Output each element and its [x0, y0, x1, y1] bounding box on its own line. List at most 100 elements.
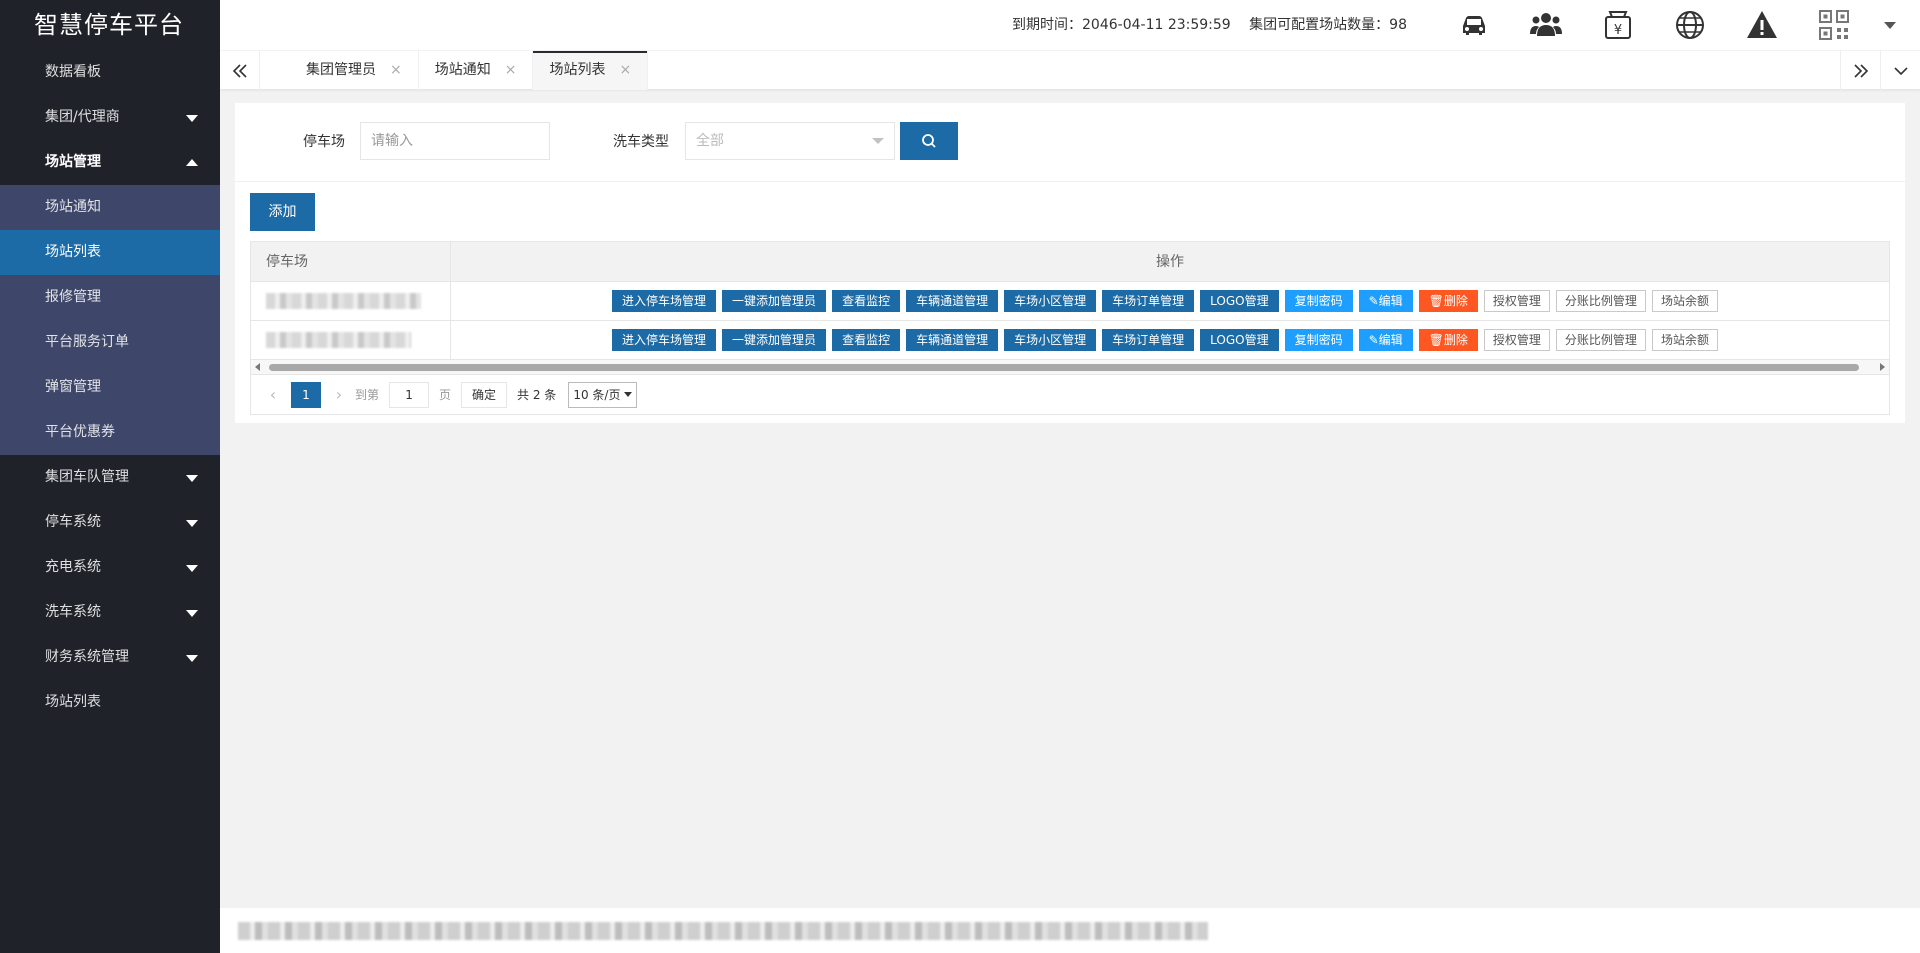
next-page-button[interactable]: › — [329, 385, 349, 404]
chevron-down-icon[interactable] — [1870, 0, 1910, 50]
tabs-menu-button[interactable] — [1880, 51, 1920, 90]
page-size-select[interactable]: 10 条/页 — [568, 381, 638, 408]
chevron-down-icon — [186, 610, 198, 617]
action-button[interactable]: 复制密码 — [1284, 290, 1353, 312]
scroll-thumb[interactable] — [269, 364, 1859, 371]
action-button[interactable]: 场站余额 — [1651, 290, 1718, 312]
page-unit-label: 页 — [439, 388, 452, 402]
station-table: 停车场 操作 进入停车场管理 一键添加管理员 查看监控 车辆通道管理 车场小区管理 车场订… — [250, 241, 1890, 415]
sidebar-item-station-list[interactable]: 场站列表 — [0, 680, 220, 725]
close-icon[interactable]: × — [505, 51, 517, 90]
parking-label: 停车场 — [303, 134, 345, 150]
sidebar-item-label: 场站列表 — [45, 244, 101, 260]
table-row: 进入停车场管理 一键添加管理员 查看监控 车辆通道管理 车场小区管理 车场订单管理 LOGO… — [251, 321, 1889, 360]
expire-value: 2046-04-11 23:59:59 — [1082, 17, 1231, 33]
tab-station-notice[interactable]: 场站通知 × — [419, 51, 534, 90]
goto-page-input[interactable]: 1 — [389, 381, 430, 408]
chevron-down-icon — [624, 392, 633, 397]
warning-icon[interactable] — [1726, 0, 1798, 50]
action-button[interactable]: 进入停车场管理 — [612, 329, 717, 351]
double-chevron-left-icon — [232, 63, 247, 78]
station-count-label: 集团可配置场站数量： — [1249, 17, 1390, 33]
add-button[interactable]: 添加 — [250, 193, 315, 231]
chevron-down-icon — [186, 565, 198, 572]
actions-cell: 进入停车场管理 一键添加管理员 查看监控 车辆通道管理 车场小区管理 车场订单管理 LOGO… — [451, 282, 1889, 320]
chevron-down-icon — [186, 115, 198, 122]
sidebar-subitem-coupons[interactable]: 平台优惠券 — [0, 410, 220, 455]
action-button[interactable]: 一键添加管理员 — [722, 329, 827, 351]
scroll-right-icon[interactable] — [1880, 363, 1885, 371]
action-button[interactable]: 车辆通道管理 — [906, 329, 999, 351]
action-button[interactable]: LOGO管理 — [1200, 290, 1279, 312]
close-icon[interactable]: × — [390, 51, 402, 90]
prev-page-button[interactable]: ‹ — [263, 385, 283, 404]
action-button[interactable]: 车场小区管理 — [1004, 329, 1097, 351]
sidebar-item-wash-system[interactable]: 洗车系统 — [0, 590, 220, 635]
sidebar-item-label: 洗车系统 — [45, 604, 101, 620]
action-button[interactable]: ✎编辑 — [1358, 329, 1413, 351]
action-button[interactable]: 查看监控 — [832, 290, 901, 312]
scroll-left-icon[interactable] — [255, 363, 260, 371]
tab-station-list[interactable]: 场站列表 × — [533, 51, 649, 90]
sidebar-item-label: 报修管理 — [45, 289, 101, 305]
action-button[interactable]: 查看监控 — [832, 329, 901, 351]
table-header: 停车场 操作 — [251, 242, 1889, 282]
action-button[interactable]: 授权管理 — [1483, 329, 1550, 351]
globe-icon[interactable] — [1654, 0, 1726, 50]
action-button[interactable]: 场站余额 — [1651, 329, 1718, 351]
car-icon[interactable] — [1438, 0, 1510, 50]
sidebar-item-fleet[interactable]: 集团车队管理 — [0, 455, 220, 500]
action-button[interactable]: ✎编辑 — [1358, 290, 1413, 312]
sidebar-item-dashboard[interactable]: 数据看板 — [0, 50, 220, 95]
sidebar-subitem-station-notice[interactable]: 场站通知 — [0, 185, 220, 230]
action-button[interactable]: 授权管理 — [1483, 290, 1550, 312]
sidebar-subitem-repair[interactable]: 报修管理 — [0, 275, 220, 320]
close-icon[interactable]: × — [619, 51, 631, 90]
wash-type-select[interactable]: 全部 — [685, 122, 895, 160]
sidebar-item-group-agent[interactable]: 集团/代理商 — [0, 95, 220, 140]
sidebar-item-label: 平台服务订单 — [45, 334, 129, 350]
sidebar-item-charging-system[interactable]: 充电系统 — [0, 545, 220, 590]
action-button[interactable]: 🗑删除 — [1418, 290, 1478, 312]
wallet-icon[interactable]: ¥ — [1582, 0, 1654, 50]
main-card: 停车场 请输入 洗车类型 全部 添加 停车场 操作 进入停车场管理 一键添加管理员… — [235, 103, 1905, 423]
sidebar-subitem-station-list[interactable]: 场站列表 — [0, 230, 220, 275]
qrcode-icon[interactable] — [1798, 0, 1870, 50]
users-icon[interactable] — [1510, 0, 1582, 50]
double-chevron-right-icon — [1853, 63, 1868, 78]
search-form: 停车场 请输入 洗车类型 全部 — [235, 103, 1905, 182]
sidebar-item-finance[interactable]: 财务系统管理 — [0, 635, 220, 680]
action-button[interactable]: 进入停车场管理 — [612, 290, 717, 312]
sidebar-item-label: 弹窗管理 — [45, 379, 101, 395]
action-button[interactable]: 车场订单管理 — [1102, 290, 1195, 312]
sidebar-item-station-management[interactable]: 场站管理 — [0, 140, 220, 185]
tabs-scroll-left-button[interactable] — [220, 51, 260, 90]
action-button[interactable]: 一键添加管理员 — [722, 290, 827, 312]
tabs-scroll-right-button[interactable] — [1840, 51, 1880, 90]
action-button[interactable]: 车场订单管理 — [1102, 329, 1195, 351]
sidebar-item-label: 集团车队管理 — [45, 469, 129, 485]
table-row: 进入停车场管理 一键添加管理员 查看监控 车辆通道管理 车场小区管理 车场订单管理 LOGO… — [251, 282, 1889, 321]
action-button[interactable]: 🗑删除 — [1418, 329, 1478, 351]
parking-input[interactable]: 请输入 — [360, 122, 550, 160]
action-button[interactable]: 分账比例管理 — [1555, 290, 1646, 312]
sidebar-item-label: 充电系统 — [45, 559, 101, 575]
action-button[interactable]: 复制密码 — [1284, 329, 1353, 351]
sidebar-subitem-popup[interactable]: 弹窗管理 — [0, 365, 220, 410]
tab-bar: 集团管理员 × 场站通知 × 场站列表 × — [220, 50, 1920, 90]
sidebar-subitem-service-orders[interactable]: 平台服务订单 — [0, 320, 220, 365]
action-button[interactable]: 车辆通道管理 — [906, 290, 999, 312]
search-button[interactable] — [900, 122, 958, 160]
goto-confirm-button[interactable]: 确定 — [461, 381, 508, 408]
action-button[interactable]: 车场小区管理 — [1004, 290, 1097, 312]
action-button[interactable]: 分账比例管理 — [1555, 329, 1646, 351]
chevron-down-icon — [186, 655, 198, 662]
sidebar-item-parking-system[interactable]: 停车系统 — [0, 500, 220, 545]
tab-group-admin[interactable]: 集团管理员 × — [260, 51, 419, 90]
footer — [220, 908, 1920, 953]
sidebar-item-label: 场站通知 — [45, 199, 101, 215]
total-count: 共 2 条 — [517, 388, 557, 402]
action-button[interactable]: LOGO管理 — [1200, 329, 1279, 351]
horizontal-scrollbar[interactable] — [251, 360, 1889, 375]
page-1-button[interactable]: 1 — [291, 381, 321, 408]
